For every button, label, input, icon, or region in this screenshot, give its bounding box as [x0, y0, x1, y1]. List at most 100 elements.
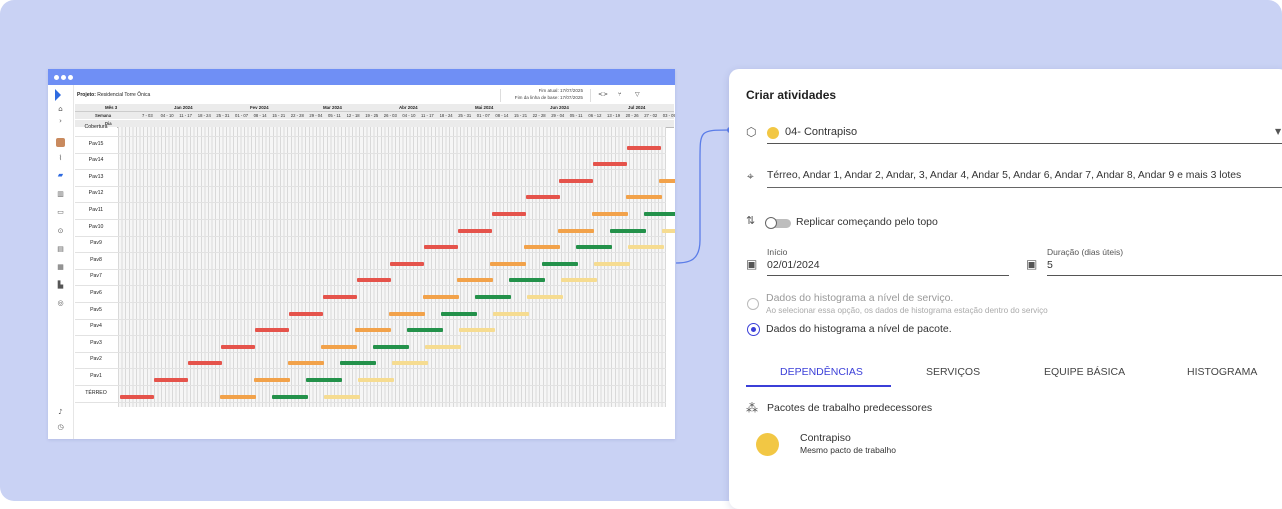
- trend-icon[interactable]: ▰: [56, 171, 65, 180]
- radio-package-level[interactable]: [747, 323, 760, 336]
- package-select-value[interactable]: 04- Contrapiso: [785, 126, 857, 138]
- gantt-bar[interactable]: [560, 278, 597, 283]
- row-label: Pav13: [88, 173, 104, 180]
- gantt-bar[interactable]: [324, 394, 360, 399]
- gantt-bar[interactable]: [441, 311, 477, 316]
- gantt-bar[interactable]: [153, 378, 188, 382]
- gantt-bar[interactable]: [272, 394, 308, 399]
- row-divider: [75, 302, 666, 303]
- message-icon[interactable]: ▭: [56, 208, 65, 217]
- gantt-bar[interactable]: [491, 212, 526, 216]
- divider: [590, 89, 591, 102]
- gantt-bar[interactable]: [576, 245, 613, 250]
- calendar-icon[interactable]: ▦: [56, 263, 65, 272]
- gantt-bar[interactable]: [355, 328, 392, 333]
- chart-line-icon[interactable]: ⌇: [56, 154, 65, 163]
- row-label: Pav8: [90, 256, 102, 263]
- gantt-bar[interactable]: [508, 278, 545, 283]
- duration-input[interactable]: 5: [1047, 259, 1053, 271]
- gantt-bar[interactable]: [120, 394, 154, 399]
- gantt-bar[interactable]: [373, 344, 410, 349]
- gantt-bar[interactable]: [305, 378, 342, 382]
- week-label: 25 - 31: [216, 113, 230, 118]
- gantt-bar[interactable]: [220, 394, 256, 399]
- gantt-bar[interactable]: [627, 145, 661, 150]
- tab-servicos[interactable]: SERVIÇOS: [926, 366, 980, 378]
- window-titlebar: [48, 69, 675, 85]
- gantt-bar[interactable]: [628, 245, 665, 250]
- row-divider: [75, 285, 666, 287]
- gantt-bar[interactable]: [391, 361, 428, 366]
- gantt-bar[interactable]: [625, 195, 662, 200]
- gantt-bar[interactable]: [594, 261, 631, 266]
- gantt-bar[interactable]: [490, 261, 527, 266]
- end-date-baseline: Fim da linha de base: 17/07/2025: [514, 95, 583, 100]
- gantt-bar[interactable]: [389, 311, 425, 316]
- gantt-bar[interactable]: [591, 212, 628, 216]
- gantt-bar[interactable]: [610, 228, 646, 233]
- tab-dependencias[interactable]: DEPENDÊNCIAS: [780, 366, 863, 378]
- chevron-down-icon[interactable]: ▼: [1275, 127, 1281, 136]
- month-label: Abr 2024: [399, 105, 418, 110]
- bell-icon[interactable]: ♪: [56, 408, 65, 417]
- gantt-bar[interactable]: [289, 311, 323, 316]
- gantt-bar[interactable]: [425, 344, 462, 349]
- gantt-bar[interactable]: [322, 295, 357, 299]
- home-icon[interactable]: ⌂: [56, 105, 65, 114]
- gantt-bar[interactable]: [456, 278, 493, 283]
- radio-service-level[interactable]: [747, 298, 759, 310]
- gantt-bar[interactable]: [525, 195, 560, 200]
- avatar-icon[interactable]: [56, 138, 65, 147]
- gantt-bar[interactable]: [321, 344, 358, 349]
- week-label: 27 - 02: [644, 113, 658, 118]
- gantt-bar[interactable]: [593, 162, 628, 167]
- branch-icon[interactable]: ⑂: [618, 91, 622, 98]
- power-icon[interactable]: ◷: [56, 423, 65, 432]
- gantt-bar[interactable]: [458, 228, 492, 233]
- gantt-bar[interactable]: [255, 328, 290, 333]
- gantt-bar[interactable]: [524, 245, 561, 250]
- row-divider: [75, 169, 666, 171]
- document-icon[interactable]: ▤: [56, 245, 65, 254]
- gantt-bar[interactable]: [356, 278, 391, 283]
- calendar-icon[interactable]: ▣: [746, 257, 757, 271]
- month-header-row: Mês 3 Jan 2024 Fev 2024 Mar 2024 Abr 202…: [75, 104, 674, 112]
- replicate-toggle[interactable]: [765, 217, 791, 229]
- location-select-value[interactable]: Térreo, Andar 1, Andar 2, Andar, 3, Anda…: [767, 170, 1241, 181]
- panel-title: Criar atividades: [746, 88, 837, 102]
- tab-equipe-basica[interactable]: EQUIPE BÁSICA: [1044, 366, 1125, 378]
- gantt-bar[interactable]: [357, 378, 394, 382]
- gantt-bar[interactable]: [474, 295, 511, 299]
- gantt-bar[interactable]: [253, 378, 290, 382]
- filter-icon[interactable]: ▽: [635, 91, 640, 98]
- week-label: 11 - 17: [421, 113, 434, 118]
- building-icon[interactable]: ▙: [56, 281, 65, 290]
- dollar-icon[interactable]: ⊙: [56, 227, 65, 236]
- gantt-bar[interactable]: [459, 328, 496, 333]
- week-label: 29 - 04: [551, 113, 565, 118]
- code-icon[interactable]: <>: [598, 91, 608, 98]
- gantt-bar[interactable]: [542, 261, 579, 266]
- gantt-bar[interactable]: [424, 245, 459, 250]
- gantt-bar[interactable]: [221, 344, 256, 349]
- gantt-bar[interactable]: [422, 295, 459, 299]
- window-dot: [68, 75, 73, 80]
- week-label: 22 - 28: [290, 113, 304, 118]
- chevron-right-icon[interactable]: ›: [56, 117, 65, 126]
- calendar-clock-icon: ▣: [1026, 257, 1038, 271]
- gantt-bar[interactable]: [559, 178, 594, 183]
- gantt-bar[interactable]: [407, 328, 444, 333]
- gantt-bar[interactable]: [339, 361, 376, 366]
- week-label: 08 - 14: [495, 113, 509, 118]
- tab-histograma[interactable]: HISTOGRAMA: [1187, 366, 1257, 378]
- gantt-bar[interactable]: [558, 228, 594, 233]
- gantt-bar[interactable]: [493, 311, 529, 316]
- start-date-input[interactable]: 02/01/2024: [767, 259, 820, 271]
- gantt-bar[interactable]: [187, 361, 222, 366]
- gantt-bar[interactable]: [390, 261, 425, 266]
- settings-icon[interactable]: ◎: [56, 299, 65, 308]
- bar-chart-icon[interactable]: ▥: [56, 190, 65, 199]
- gantt-bar[interactable]: [526, 295, 563, 299]
- week-label: 18 - 24: [439, 113, 453, 118]
- gantt-bar[interactable]: [287, 361, 324, 366]
